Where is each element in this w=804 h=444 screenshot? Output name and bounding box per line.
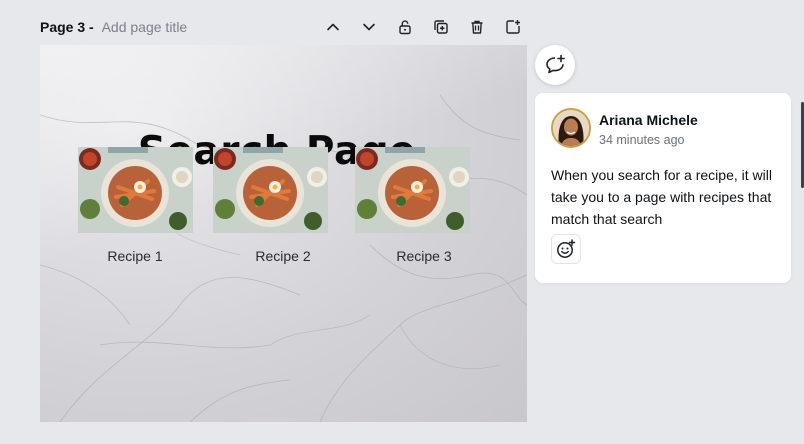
delete-page-button[interactable] xyxy=(466,16,488,38)
marble-background xyxy=(40,94,527,422)
user-avatar-image xyxy=(553,110,589,146)
comment-timestamp: 34 minutes ago xyxy=(599,133,685,147)
duplicate-icon xyxy=(434,20,448,34)
food-photo xyxy=(213,147,328,233)
food-photo xyxy=(355,147,470,233)
add-reaction-button[interactable] xyxy=(551,234,581,264)
recipe-3-image[interactable] xyxy=(355,147,470,233)
recipe-2-label[interactable]: Recipe 2 xyxy=(218,248,348,264)
lock-icon xyxy=(399,20,411,35)
move-page-up-button[interactable] xyxy=(322,16,344,38)
design-page-canvas[interactable]: Search Page xyxy=(40,45,527,422)
lock-page-button[interactable] xyxy=(394,16,416,38)
trash-icon xyxy=(471,20,483,34)
food-photo xyxy=(78,147,193,233)
avatar[interactable] xyxy=(551,108,591,148)
add-page-icon xyxy=(506,20,520,34)
recipe-1-image[interactable] xyxy=(78,147,193,233)
chevron-up-icon xyxy=(327,23,339,31)
page-header: Page 3 - xyxy=(40,16,530,38)
page-number-label: Page 3 - xyxy=(40,19,98,35)
recipe-2-image[interactable] xyxy=(213,147,328,233)
chevron-down-icon xyxy=(363,23,375,31)
comment-author: Ariana Michele xyxy=(599,112,698,128)
add-comment-icon xyxy=(546,54,565,74)
comment-card: Ariana Michele 34 minutes ago When you s… xyxy=(535,93,791,283)
duplicate-page-button[interactable] xyxy=(430,16,452,38)
add-page-button[interactable] xyxy=(502,16,524,38)
move-page-down-button[interactable] xyxy=(358,16,380,38)
emoji-add-icon xyxy=(557,239,576,258)
comment-text: When you search for a recipe, it will ta… xyxy=(551,167,772,227)
recipe-1-label[interactable]: Recipe 1 xyxy=(70,248,200,264)
recipe-3-label[interactable]: Recipe 3 xyxy=(359,248,489,264)
add-comment-button[interactable] xyxy=(535,45,575,85)
page-title-input[interactable] xyxy=(101,19,252,35)
